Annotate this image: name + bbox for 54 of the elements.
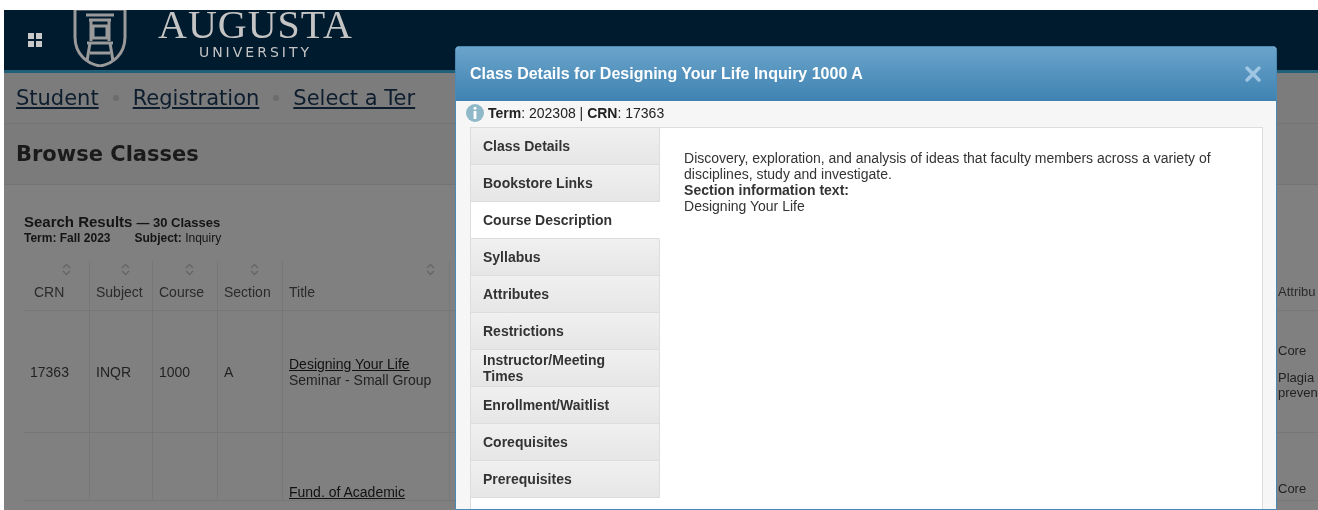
class-title-link[interactable]: Fund. of Academic bbox=[289, 484, 405, 500]
info-icon bbox=[466, 104, 484, 122]
sort-icon[interactable] bbox=[121, 263, 130, 276]
table-cell: INQR bbox=[96, 363, 131, 380]
shield-logo-icon bbox=[72, 10, 128, 67]
attribute-text: Core bbox=[1278, 343, 1307, 358]
details-tab[interactable]: Prerequisites bbox=[471, 461, 661, 498]
table-cell: 1000 bbox=[159, 363, 191, 380]
sort-icon[interactable] bbox=[185, 263, 194, 276]
section-info-text: Designing Your Life bbox=[684, 198, 806, 214]
table-cell: A bbox=[224, 363, 234, 380]
details-tab[interactable]: Instructor/Meeting Times bbox=[471, 350, 661, 387]
breadcrumb-link[interactable]: Select a Ter bbox=[293, 86, 416, 110]
class-title-link[interactable]: Designing Your Life bbox=[289, 355, 410, 372]
details-tab[interactable]: Corequisites bbox=[471, 424, 661, 461]
details-tab[interactable]: Syllabus bbox=[471, 239, 661, 276]
close-button[interactable] bbox=[1244, 65, 1262, 83]
class-title-text: Seminar - Small Group bbox=[289, 371, 432, 388]
apps-grid-icon[interactable] bbox=[28, 33, 42, 47]
column-label: Section bbox=[224, 283, 271, 300]
term-crn-text: Term: 202308 | CRN: 17363 bbox=[488, 105, 665, 121]
details-tab[interactable]: Attributes bbox=[471, 276, 661, 313]
column-header[interactable]: Title bbox=[283, 261, 450, 311]
logo-wordmark: AUGUSTA bbox=[158, 10, 353, 44]
table-cell: 17363 bbox=[30, 363, 69, 380]
course-description: Discovery, exploration, and analysis of ideas that faculty members across a variety of disciplines, study and investigate. bbox=[684, 150, 1212, 182]
column-label: Attribu bbox=[1278, 284, 1316, 299]
logo-subtitle: UNIVERSITY bbox=[198, 44, 312, 60]
column-header[interactable]: Course bbox=[153, 261, 218, 311]
breadcrumb-link[interactable]: Student bbox=[16, 86, 99, 110]
sort-icon[interactable] bbox=[426, 263, 435, 276]
section-info-label: Section information text: bbox=[684, 182, 850, 198]
column-label: Course bbox=[159, 283, 205, 300]
column-label: Title bbox=[289, 283, 315, 300]
attribute-text: Plagia preven bbox=[1278, 370, 1318, 400]
column-header[interactable]: Section bbox=[218, 261, 283, 311]
details-tab[interactable]: Class Details bbox=[471, 128, 661, 165]
details-tab[interactable]: Bookstore Links bbox=[471, 165, 661, 202]
sort-icon[interactable] bbox=[62, 263, 71, 276]
subject-label: Subject: Inquiry bbox=[134, 231, 222, 245]
dialog-title: Class Details for Designing Your Life Inquiry 1000 A bbox=[470, 65, 863, 83]
results-heading: Search Results bbox=[24, 213, 133, 230]
page-title: Browse Classes bbox=[16, 142, 199, 166]
term-label: Term: Fall 2023 bbox=[24, 231, 111, 245]
column-header[interactable]: Subject bbox=[90, 261, 153, 311]
column-label: Subject bbox=[96, 283, 143, 300]
breadcrumb-link[interactable]: Registration bbox=[132, 86, 260, 110]
column-header[interactable]: CRN bbox=[24, 261, 90, 311]
results-count: — 30 Classes bbox=[136, 215, 221, 230]
attribute-text: Core bbox=[1278, 481, 1307, 496]
details-tab[interactable]: Enrollment/Waitlist bbox=[471, 387, 661, 424]
details-tab[interactable]: Restrictions bbox=[471, 313, 661, 350]
column-label: CRN bbox=[34, 283, 65, 300]
sort-icon[interactable] bbox=[250, 263, 259, 276]
